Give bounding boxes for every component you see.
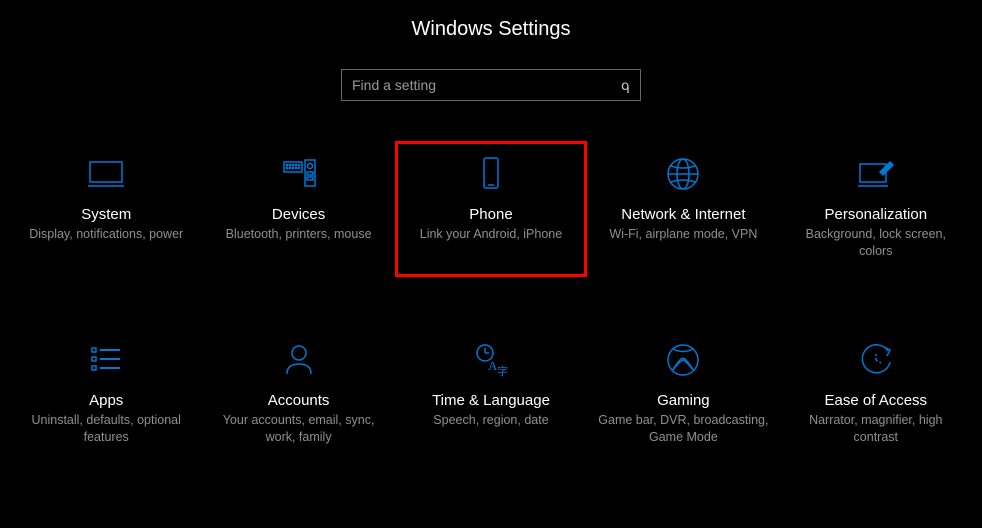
svg-text:字: 字 (497, 364, 508, 378)
time-language-icon: A 字 (471, 340, 511, 380)
tile-personalization[interactable]: Personalization Background, lock screen,… (780, 141, 972, 277)
ease-of-access-icon (856, 340, 896, 380)
tile-title: Time & Language (432, 392, 550, 409)
tile-title: Apps (89, 392, 123, 409)
settings-grid: System Display, notifications, power Dev… (0, 141, 982, 463)
devices-icon (279, 154, 319, 194)
tile-title: System (81, 206, 131, 223)
tile-desc: Speech, region, date (433, 412, 548, 429)
tile-system[interactable]: System Display, notifications, power (10, 141, 202, 277)
personalization-icon (856, 154, 896, 194)
tile-title: Network & Internet (621, 206, 745, 223)
tile-phone[interactable]: Phone Link your Android, iPhone (395, 141, 587, 277)
tile-title: Personalization (825, 206, 928, 223)
xbox-icon (663, 340, 703, 380)
tile-accounts[interactable]: Accounts Your accounts, email, sync, wor… (202, 327, 394, 463)
page-title: Windows Settings (0, 18, 982, 41)
tile-devices[interactable]: Devices Bluetooth, printers, mouse (202, 141, 394, 277)
person-icon (279, 340, 319, 380)
search-icon: ⍴ (621, 77, 630, 94)
globe-icon (663, 154, 703, 194)
phone-icon (471, 154, 511, 194)
tile-desc: Background, lock screen, colors (789, 226, 963, 260)
tile-network[interactable]: Network & Internet Wi-Fi, airplane mode,… (587, 141, 779, 277)
tile-desc: Display, notifications, power (29, 226, 183, 243)
tile-time-language[interactable]: A 字 Time & Language Speech, region, date (395, 327, 587, 463)
tile-title: Ease of Access (825, 392, 928, 409)
tile-apps[interactable]: Apps Uninstall, defaults, optional featu… (10, 327, 202, 463)
apps-icon (86, 340, 126, 380)
tile-gaming[interactable]: Gaming Game bar, DVR, broadcasting, Game… (587, 327, 779, 463)
tile-desc: Bluetooth, printers, mouse (226, 226, 372, 243)
tile-title: Gaming (657, 392, 710, 409)
tile-desc: Link your Android, iPhone (420, 226, 562, 243)
tile-desc: Game bar, DVR, broadcasting, Game Mode (596, 412, 770, 446)
tile-title: Phone (469, 206, 512, 223)
search-box[interactable]: ⍴ (341, 69, 641, 101)
tile-desc: Uninstall, defaults, optional features (19, 412, 193, 446)
tile-desc: Wi-Fi, airplane mode, VPN (609, 226, 757, 243)
tile-desc: Your accounts, email, sync, work, family (211, 412, 385, 446)
tile-title: Accounts (268, 392, 330, 409)
tile-title: Devices (272, 206, 325, 223)
search-input[interactable] (352, 77, 621, 93)
display-icon (86, 154, 126, 194)
tile-ease-of-access[interactable]: Ease of Access Narrator, magnifier, high… (780, 327, 972, 463)
tile-desc: Narrator, magnifier, high contrast (789, 412, 963, 446)
